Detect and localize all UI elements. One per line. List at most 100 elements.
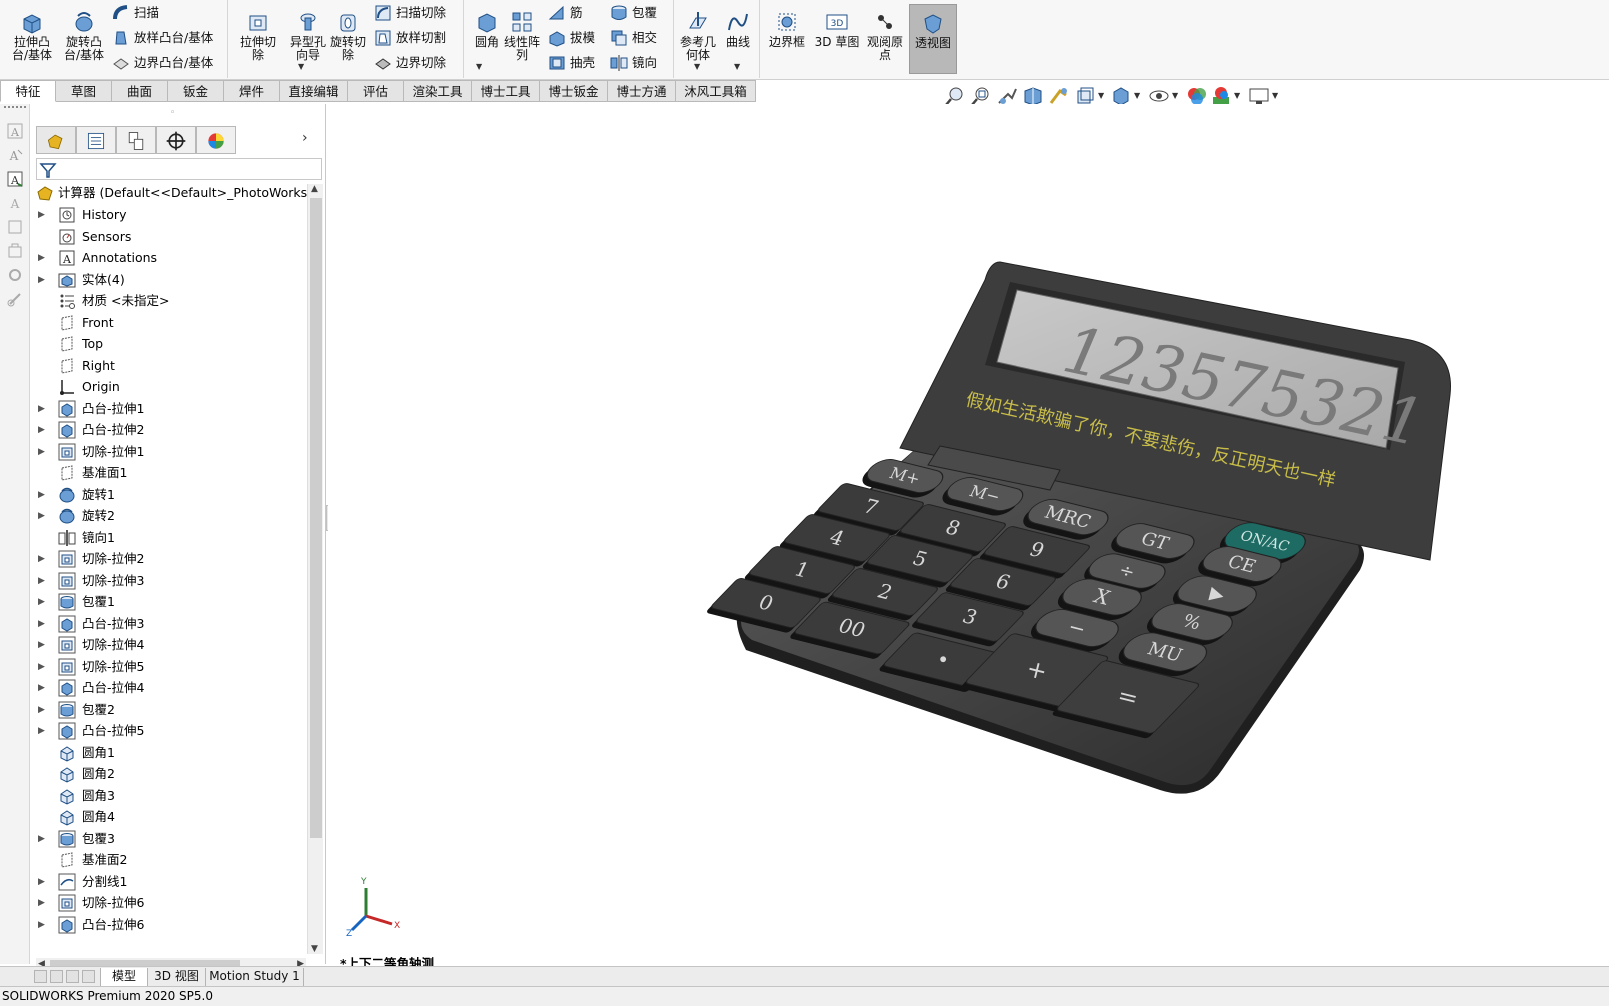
graphics-area[interactable]: 123575321 假如生活欺骗了你，不要悲伤，反正明天也一样 M+ M− MRC G… xyxy=(328,104,1609,968)
tab-weldments[interactable]: 焊件 xyxy=(224,80,280,102)
reference-geometry-dropdown-icon[interactable]: ▼ xyxy=(694,62,700,71)
lofted-cut-button[interactable]: 放样切割 xyxy=(374,27,446,49)
configuration-manager-tab[interactable] xyxy=(116,126,156,154)
tree-vertical-scrollbar[interactable]: ▲ ▼ xyxy=(307,184,323,954)
draft-button[interactable]: 拔模 xyxy=(548,27,595,49)
expand-arrow-icon[interactable]: ▶ xyxy=(38,828,45,850)
intersect-button[interactable]: 相交 xyxy=(610,27,657,49)
view-settings-dropdown-icon[interactable]: ▼ xyxy=(1272,91,1278,100)
tab-mufeng-toolbox[interactable]: 沐风工具箱 xyxy=(676,80,756,102)
strip-grip[interactable] xyxy=(4,106,26,108)
feature-manager-tab[interactable] xyxy=(36,126,76,154)
active-annotation-icon[interactable]: A xyxy=(6,170,24,188)
linear-pattern-button[interactable]: 线性阵 列 xyxy=(498,4,546,74)
tree-item-label: 包覆2 xyxy=(82,701,115,717)
tab-features[interactable]: 特征 xyxy=(0,80,56,102)
expand-arrow-icon[interactable]: ▶ xyxy=(38,656,45,678)
feature-filter-box[interactable] xyxy=(36,158,322,180)
calculator-model[interactable]: 123575321 假如生活欺骗了你，不要悲伤，反正明天也一样 M+M−MRCG… xyxy=(328,104,1609,968)
tab-doctor-square-tube[interactable]: 博士方通 xyxy=(608,80,676,102)
sweep-button[interactable]: 扫描 xyxy=(112,2,159,24)
mirror-label: 镜向 xyxy=(632,55,658,70)
prev-tab-arrow-icon[interactable] xyxy=(50,970,63,983)
tab-sketch[interactable]: 草图 xyxy=(56,80,112,102)
property-manager-icon xyxy=(87,132,105,150)
mirror-button[interactable]: 镜向 xyxy=(610,52,657,74)
dimxpert-manager-tab[interactable] xyxy=(156,126,196,154)
curves-dropdown-icon[interactable]: ▼ xyxy=(734,62,740,71)
apply-scene-dropdown-icon[interactable]: ▼ xyxy=(1234,91,1240,100)
expand-arrow-icon[interactable]: ▶ xyxy=(38,677,45,699)
tree-vertical-scroll-thumb[interactable] xyxy=(310,198,322,838)
expand-arrow-icon[interactable]: ▶ xyxy=(38,505,45,527)
balloon-annotation-icon[interactable]: A xyxy=(6,194,24,212)
extrude-cut-button[interactable]: 拉伸切 除 xyxy=(230,4,286,74)
note-annotation-icon[interactable]: A xyxy=(6,146,24,164)
expand-arrow-icon[interactable]: ▶ xyxy=(38,419,45,441)
expand-arrow-icon[interactable]: ▶ xyxy=(38,398,45,420)
shell-button[interactable]: 抽壳 xyxy=(548,52,595,74)
next-tab-arrow-icon[interactable] xyxy=(66,970,79,983)
tab-render-tools[interactable]: 渲染工具 xyxy=(404,80,472,102)
expand-arrow-icon[interactable]: ▶ xyxy=(38,871,45,893)
tab-direct-editing[interactable]: 直接编辑 xyxy=(280,80,348,102)
hole-wizard-dropdown-icon[interactable]: ▼ xyxy=(298,62,304,71)
expand-arrow-icon[interactable]: ▶ xyxy=(38,892,45,914)
expand-arrow-icon[interactable]: ▶ xyxy=(38,204,45,226)
gear-annotation-icon[interactable] xyxy=(6,266,24,284)
expand-arrow-icon[interactable]: ▶ xyxy=(38,484,45,506)
first-tab-arrow-icon[interactable] xyxy=(34,970,47,983)
boundary-cut-label: 边界切除 xyxy=(396,55,447,70)
tab-doctor-sheet-metal[interactable]: 博士钣金 xyxy=(540,80,608,102)
property-manager-tab[interactable] xyxy=(76,126,116,154)
view-orientation-dropdown-icon[interactable]: ▼ xyxy=(1098,91,1104,100)
rib-button[interactable]: 筋 xyxy=(548,2,583,24)
extrude-boss-button[interactable]: 拉伸凸 台/基体 xyxy=(4,4,60,74)
expand-arrow-icon[interactable]: ▶ xyxy=(38,699,45,721)
revolve-cut-button[interactable]: 旋转切 除 xyxy=(320,4,376,74)
tab-surfaces[interactable]: 曲面 xyxy=(112,80,168,102)
datum-annotation-icon[interactable] xyxy=(6,242,24,260)
tab-model[interactable]: 模型 xyxy=(100,968,148,986)
bounding-box-label: 边界框 xyxy=(768,35,805,49)
scroll-down-icon[interactable]: ▼ xyxy=(311,944,318,954)
bounding-box-button[interactable]: 边界框 xyxy=(762,4,812,74)
tab-evaluate[interactable]: 评估 xyxy=(348,80,404,102)
tab-motion-study[interactable]: Motion Study 1 xyxy=(206,968,304,986)
display-style-dropdown-icon[interactable]: ▼ xyxy=(1134,91,1140,100)
fillet-dropdown-icon[interactable]: ▼ xyxy=(476,62,482,71)
tab-sheet-metal[interactable]: 钣金 xyxy=(168,80,224,102)
tab-3d-views[interactable]: 3D 视图 xyxy=(148,968,206,986)
expand-arrow-icon[interactable]: ▶ xyxy=(38,591,45,613)
expand-arrow-icon[interactable]: ▶ xyxy=(38,720,45,742)
scroll-up-icon[interactable]: ▲ xyxy=(311,184,318,194)
expand-arrow-icon[interactable]: ▶ xyxy=(38,548,45,570)
display-manager-tab[interactable] xyxy=(196,126,236,154)
hide-show-dropdown-icon[interactable]: ▼ xyxy=(1172,91,1178,100)
expand-arrow-icon[interactable]: ▶ xyxy=(38,247,45,269)
expand-arrow-icon[interactable]: ▶ xyxy=(38,441,45,463)
sketch3d-button[interactable]: 3D 3D 草图 xyxy=(812,4,862,74)
loft-boss-button[interactable]: 放样凸台/基体 xyxy=(112,27,213,49)
text-annotation-icon[interactable]: A xyxy=(6,122,24,140)
boundary-boss-button[interactable]: 边界凸台/基体 xyxy=(112,52,213,74)
last-tab-arrow-icon[interactable] xyxy=(82,970,95,983)
tab-doctor-tools[interactable]: 博士工具 xyxy=(472,80,540,102)
expand-arrow-icon[interactable]: ▶ xyxy=(38,570,45,592)
link-annotation-icon[interactable] xyxy=(6,290,24,308)
swept-cut-button[interactable]: 扫描切除 xyxy=(374,2,446,24)
revolve-boss-button[interactable]: 旋转凸 台/基体 xyxy=(56,4,112,74)
extrude-boss-label: 拉伸凸 台/基体 xyxy=(11,35,53,62)
material-icon xyxy=(60,294,75,309)
expand-arrow-icon[interactable]: ▶ xyxy=(38,613,45,635)
expand-arrow-icon[interactable]: ▶ xyxy=(38,914,45,936)
viewpoint-button[interactable]: 观阅原 点 xyxy=(860,4,910,74)
wrap-button[interactable]: 包覆 xyxy=(610,2,657,24)
expand-arrow-icon[interactable]: ▶ xyxy=(38,634,45,656)
panel-grip[interactable]: ◦ xyxy=(170,108,175,118)
weld-annotation-icon[interactable] xyxy=(6,218,24,236)
expand-arrow-icon[interactable]: ▶ xyxy=(38,269,45,291)
perspective-button[interactable]: 透视图 xyxy=(909,4,957,74)
boundary-cut-button[interactable]: 边界切除 xyxy=(374,52,446,74)
chevron-right-icon[interactable]: › xyxy=(302,130,308,146)
